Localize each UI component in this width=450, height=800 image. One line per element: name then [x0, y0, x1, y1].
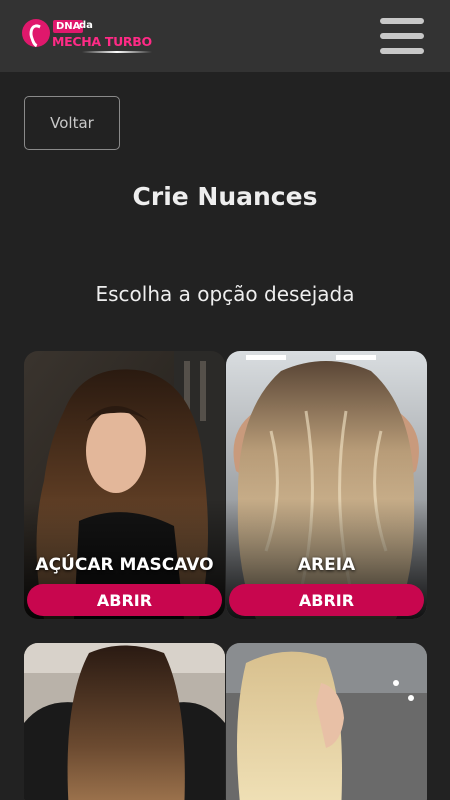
- logo-glow: [82, 51, 152, 53]
- card-photo: [226, 643, 427, 800]
- option-card-4[interactable]: [226, 643, 427, 800]
- card-photo: [24, 643, 225, 800]
- option-card-3[interactable]: [24, 643, 225, 800]
- logo-wordmark: MECHA TURBO: [52, 34, 152, 49]
- card-title: AÇÚCAR MASCAVO: [35, 555, 214, 575]
- open-button[interactable]: ABRIR: [229, 584, 424, 616]
- open-button[interactable]: ABRIR: [27, 584, 222, 616]
- logo-connector: da: [79, 20, 93, 31]
- page-subtitle: Escolha a opção desejada: [95, 282, 355, 306]
- page-title: Crie Nuances: [132, 182, 318, 211]
- card-title: AREIA: [297, 555, 356, 575]
- option-card-acucar-mascavo[interactable]: AÇÚCAR MASCAVO ABRIR: [24, 351, 225, 619]
- back-button[interactable]: Voltar: [24, 96, 120, 150]
- hair-silhouette-icon: [22, 19, 50, 47]
- brand-logo[interactable]: DNA da MECHA TURBO: [22, 17, 157, 55]
- top-bar: DNA da MECHA TURBO: [0, 0, 450, 72]
- option-card-areia[interactable]: AREIA ABRIR: [226, 351, 427, 619]
- hamburger-menu-icon[interactable]: [380, 18, 424, 54]
